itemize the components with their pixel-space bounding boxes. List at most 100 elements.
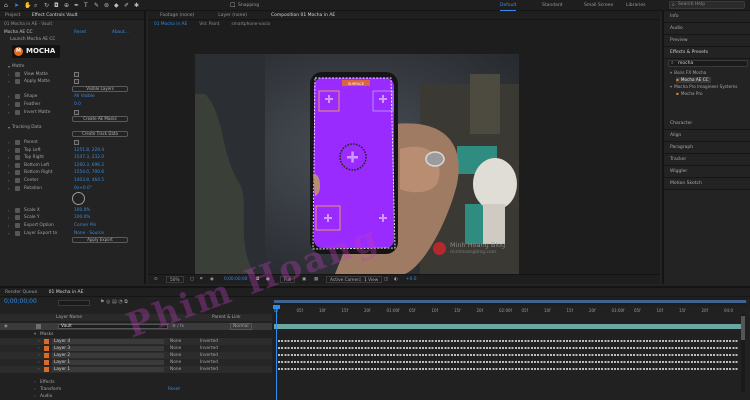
panel-character[interactable]: Character — [670, 121, 692, 127]
effects-tree-item[interactable]: ▾ Mocha Pro Imagineer Systems — [670, 84, 737, 90]
type-tool-icon[interactable]: T — [84, 2, 88, 9]
ec-row-tracking-data[interactable]: ▾ Tracking Data — [0, 124, 144, 131]
ec-checkbox[interactable] — [74, 140, 79, 145]
puppet-pin-icon[interactable]: ✱ — [134, 2, 139, 9]
ec-row-parent[interactable]: › Parent — [0, 139, 144, 146]
expand-triangle-icon[interactable]: › — [38, 366, 40, 373]
workspace-libraries[interactable]: Libraries — [626, 1, 645, 10]
pan-behind-icon[interactable]: ⊕ — [64, 2, 69, 9]
expand-triangle-icon[interactable]: › — [8, 162, 10, 169]
mask-color-swatch[interactable] — [44, 367, 49, 372]
pen-tool-icon[interactable]: ✒ — [74, 2, 79, 9]
time-navigator-handle[interactable] — [274, 300, 746, 303]
rotate-tool-icon[interactable]: ↻ — [44, 2, 49, 9]
expand-triangle-icon[interactable]: › — [38, 345, 40, 352]
ec-row-top-right[interactable]: › Top Right 1547.3, 232.0 — [0, 154, 144, 161]
expand-triangle-icon[interactable]: › — [8, 139, 10, 146]
composition-canvas[interactable]: SURFACE Minh Hoang Blog minhhoangblog.co… — [195, 54, 519, 274]
panel-audio[interactable]: Audio — [670, 26, 683, 32]
camera-tool-icon[interactable]: ◘ — [54, 2, 59, 9]
roi-icon[interactable]: ▣ — [302, 276, 306, 283]
ec-value[interactable]: 1251.8, 229.4 — [74, 147, 104, 154]
ec-button[interactable]: Create Track Data — [72, 131, 128, 138]
playhead[interactable] — [276, 306, 277, 400]
expand-triangle-icon[interactable]: › — [38, 359, 40, 366]
hand-tool-icon[interactable]: ✋ — [24, 2, 31, 9]
expand-triangle-icon[interactable]: › — [8, 169, 10, 176]
mask-row[interactable]: › Layer 2 None Inverted — [0, 352, 272, 359]
fit-icon[interactable]: ▢ — [190, 276, 194, 283]
eraser-icon[interactable]: ◆ — [114, 2, 119, 9]
mask-keyframe-track[interactable] — [278, 368, 738, 370]
ec-row-rotation[interactable]: › Rotation 0x+0.0° — [0, 185, 144, 192]
mask-name[interactable]: Layer 4 — [52, 339, 164, 344]
viewer-tab-1[interactable]: Layer (none) — [206, 11, 259, 19]
roto-brush-icon[interactable]: ✐ — [124, 2, 129, 9]
transparency-grid-icon[interactable]: ▦ — [314, 276, 318, 283]
ec-row-apply-matte[interactable]: › Apply Matte — [0, 78, 144, 85]
ec-value[interactable]: None · Source — [74, 230, 104, 237]
ec-row-top-left[interactable]: › Top Left 1251.8, 229.4 — [0, 147, 144, 154]
mask-color-swatch[interactable] — [44, 339, 49, 344]
resolution-dropdown[interactable]: Full — [280, 276, 296, 283]
ec-checkbox[interactable] — [74, 71, 79, 77]
ec-checkbox[interactable] — [74, 109, 79, 115]
stopwatch-icon[interactable] — [15, 230, 20, 236]
ec-row-bottom-right[interactable]: › Bottom Right 1554.0, 700.6 — [0, 169, 144, 176]
search-help-input[interactable]: ⌕ Search Help — [669, 1, 745, 9]
tab-render-queue[interactable]: Render Queue — [0, 288, 42, 296]
blend-mode-dropdown[interactable]: Normal — [230, 323, 252, 330]
effects-group-row[interactable]: › Effects — [0, 379, 272, 386]
mask-inverted-checkbox[interactable]: Inverted — [200, 352, 218, 359]
expand-triangle-icon[interactable]: › — [8, 154, 10, 161]
stopwatch-icon[interactable] — [15, 79, 20, 85]
mask-keyframe-track[interactable] — [278, 361, 738, 363]
mask-mode-dropdown[interactable]: None — [170, 366, 181, 373]
stopwatch-icon[interactable] — [15, 71, 20, 77]
viewer-subtab-0[interactable]: 01 Mocha in AE — [148, 21, 193, 29]
ec-row-layer-export-to[interactable]: › Layer Export to None · Source — [0, 230, 144, 237]
ec-value[interactable]: 1547.3, 232.0 — [74, 154, 104, 161]
ec-row-view-matte[interactable]: › View Matte — [0, 71, 144, 78]
panel-wiggler[interactable]: Wiggler — [670, 169, 687, 175]
transform-group-row[interactable]: › Transform Reset — [0, 386, 272, 393]
ec-value[interactable]: 100.0% — [74, 207, 90, 214]
expand-triangle-icon[interactable]: › — [8, 185, 10, 192]
eye-icon[interactable]: ◉ — [4, 323, 8, 330]
rotation-dial[interactable] — [72, 192, 85, 206]
mask-mode-dropdown[interactable]: None — [170, 338, 181, 345]
timeline-nav-bar[interactable] — [274, 298, 748, 306]
layer-name-field[interactable]: Vault — [58, 324, 168, 329]
ec-row-scale-y[interactable]: › Scale Y 100.0% — [0, 214, 144, 221]
ec-button[interactable]: Apply Export — [72, 237, 128, 244]
reset-exposure-icon[interactable]: ◐ — [394, 276, 398, 283]
ec-value[interactable]: All Visible — [74, 93, 95, 100]
expand-triangle-icon[interactable]: › — [8, 207, 10, 214]
viewer-timecode[interactable]: 0;00;00;00 — [224, 276, 247, 283]
ec-row-button-7[interactable]: Create AE Masks — [0, 116, 144, 123]
workspace-small-screen[interactable]: Small Screen — [584, 1, 613, 10]
camera-snap-icon[interactable]: ◘ — [256, 276, 259, 283]
audio-group-row[interactable]: › Audio — [0, 393, 272, 400]
ec-row-matte[interactable]: ▾ Matte — [0, 63, 144, 70]
expand-triangle-icon[interactable]: › — [8, 101, 10, 108]
tab-timeline-comp[interactable]: 01 Mocha in AE — [44, 288, 89, 296]
launch-mocha-button[interactable]: Launch Mocha AE CC — [10, 37, 55, 42]
snapshot-icon[interactable]: ◉ — [210, 276, 214, 283]
ec-button[interactable]: Visible Layers — [72, 85, 128, 92]
layer-switches-icon[interactable]: ⚙ ∕ fx — [172, 323, 184, 330]
snapping-checkbox[interactable]: ☐ — [230, 2, 235, 9]
ec-value[interactable]: 1260.3, 696.2 — [74, 162, 104, 169]
mask-row[interactable]: › Layer 4 None Inverted — [0, 338, 272, 345]
mask-row[interactable]: › Layer 1 None Inverted — [0, 359, 272, 366]
workspace-standard[interactable]: Standard — [542, 1, 562, 10]
mask-color-swatch[interactable] — [44, 346, 49, 351]
ec-row-export-option[interactable]: › Export Option Corner Pin — [0, 222, 144, 229]
expand-triangle-icon[interactable]: › — [34, 386, 36, 393]
ec-row-button-9[interactable]: Create Track Data — [0, 131, 144, 138]
viewer-tab-2[interactable]: Composition 01 Mocha in AE — [259, 11, 347, 19]
panel-effects-presets[interactable]: Effects & Presets — [670, 50, 708, 56]
ec-row-invert-matte[interactable]: › Invert Matte — [0, 109, 144, 116]
timeline-scrollbar[interactable] — [741, 314, 745, 392]
layer-label-color[interactable] — [36, 324, 41, 329]
